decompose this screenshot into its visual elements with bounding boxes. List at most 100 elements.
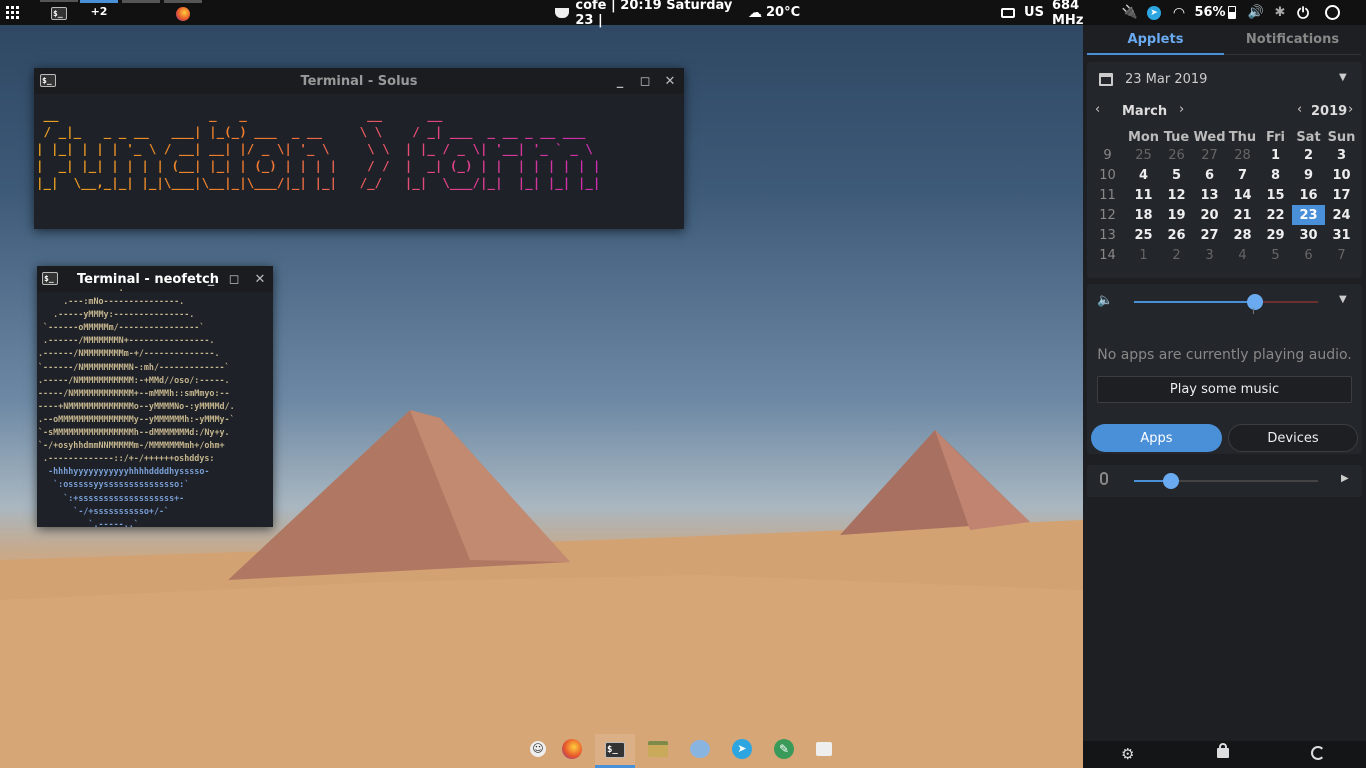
mic-knob[interactable] [1162,473,1179,489]
apps-toggle-button[interactable]: Apps [1091,424,1222,452]
calendar-day[interactable]: 6 [1193,165,1226,185]
calendar-day[interactable]: 12 [1160,185,1193,205]
calendar-day[interactable]: 9 [1292,165,1325,185]
calendar-day[interactable]: 3 [1325,145,1358,165]
lock-shackle [1219,743,1227,750]
calendar-day[interactable]: 28 [1226,145,1259,165]
calendar-day[interactable]: 21 [1226,205,1259,225]
notifications-icon[interactable] [1322,0,1342,25]
calendar-day[interactable]: 11 [1127,185,1160,205]
grid-icon [5,5,19,19]
calendar-day-selected[interactable]: 23 [1292,205,1325,225]
volume-knob[interactable] [1247,294,1264,310]
volume-icon[interactable]: 🔊 [1246,0,1266,25]
wifi-icon[interactable]: ◠ [1170,0,1188,25]
dock-settings-tool[interactable]: ✎ [772,738,796,760]
task-empty[interactable] [122,0,160,25]
calendar-day[interactable]: 26 [1160,145,1193,165]
calendar-day[interactable]: 13 [1193,185,1226,205]
terminal-icon: $_ [605,741,625,758]
calendar-day[interactable]: 25 [1127,225,1160,245]
expand-sound-button[interactable]: ▼ [1339,294,1347,305]
calendar-day[interactable]: 6 [1292,245,1325,265]
battery-icon[interactable] [1226,0,1238,25]
task-terminal[interactable]: $_ [40,0,78,25]
calendar-day[interactable]: 20 [1193,205,1226,225]
calendar-day[interactable]: 28 [1226,225,1259,245]
calendar-day[interactable]: 24 [1325,205,1358,225]
close-button[interactable]: ✕ [660,71,680,91]
microphone-applet: ▶ [1087,465,1362,497]
settings-icon[interactable]: ⚙ [1121,745,1134,763]
titlebar[interactable]: $_ Terminal - Solus _ ◻ ✕ [34,68,684,94]
weather[interactable]: ☁ 20°C [748,0,808,25]
calendar-day[interactable]: 26 [1160,225,1193,245]
dock-firefox[interactable] [560,738,584,760]
calendar-day[interactable]: 2 [1160,245,1193,265]
calendar-day[interactable]: 14 [1226,185,1259,205]
devices-toggle-button[interactable]: Devices [1228,424,1358,452]
minimize-button[interactable]: _ [610,71,630,91]
volume-mark [1253,308,1254,314]
dock-emoji[interactable]: ☺ [526,738,550,760]
calendar-day[interactable]: 2 [1292,145,1325,165]
calendar-day[interactable]: 4 [1127,165,1160,185]
dock-telegram[interactable]: ➤ [730,738,754,760]
cloud-icon: ☁ [748,4,762,21]
calendar-day[interactable]: 16 [1292,185,1325,205]
power-icon[interactable]: ⏻ [1294,0,1312,25]
tab-applets[interactable]: Applets [1087,25,1224,55]
calendar-day[interactable]: 3 [1193,245,1226,265]
calendar-day[interactable]: 17 [1325,185,1358,205]
cpu-frequency[interactable]: 684 MHz [1052,0,1112,28]
calendar-day[interactable]: 5 [1160,165,1193,185]
calendar-day[interactable]: 5 [1259,245,1292,265]
dock-terminal[interactable]: $_ [595,734,635,768]
keyboard-icon [1001,7,1015,18]
calendar-day[interactable]: 15 [1259,185,1292,205]
calendar-day[interactable]: 29 [1259,225,1292,245]
keyboard-layout[interactable]: US [1022,0,1046,25]
dock-app-blue[interactable] [688,738,712,760]
calendar-day[interactable]: 7 [1226,165,1259,185]
calendar-day[interactable]: 7 [1325,245,1358,265]
calendar-day[interactable]: 1 [1127,245,1160,265]
calendar-day[interactable]: 27 [1193,225,1226,245]
calendar-day[interactable]: 27 [1193,145,1226,165]
workspace-indicator[interactable]: +2 [80,0,118,25]
calendar-day[interactable]: 8 [1259,165,1292,185]
terminal-neofetch-window[interactable]: $_ Terminal - neofetch _ ◻ ✕ . .---:mNo-… [37,266,273,527]
weekday-header: Sun [1327,129,1356,145]
telegram-tray-icon[interactable]: ➤ [1146,0,1162,25]
calendar-day[interactable]: 19 [1160,205,1193,225]
tab-notifications[interactable]: Notifications [1224,25,1361,55]
calendar-day[interactable]: 10 [1325,165,1358,185]
calendar-day[interactable]: 31 [1325,225,1358,245]
volume-slider[interactable] [1134,294,1318,314]
calendar-day[interactable]: 18 [1127,205,1160,225]
logout-icon[interactable] [1311,746,1325,760]
maximize-button[interactable]: ◻ [635,71,655,91]
notes-icon [816,742,832,756]
app-menu-button[interactable] [0,0,25,25]
calendar-day[interactable]: 4 [1226,245,1259,265]
terminal-solus-window[interactable]: $_ Terminal - Solus _ ◻ ✕ __ _ _ __ __ /… [34,68,684,229]
keyboard-indicator[interactable] [998,0,1018,25]
calendar-day[interactable]: 25 [1127,145,1160,165]
expand-mic-button[interactable]: ▶ [1341,473,1349,484]
dock-notes[interactable] [812,738,836,760]
task-firefox[interactable] [164,0,202,25]
window-title: Terminal - Solus [300,73,418,89]
bluetooth-icon[interactable]: ✱ [1272,0,1288,25]
calendar-day[interactable]: 1 [1259,145,1292,165]
calendar-day[interactable]: 30 [1292,225,1325,245]
close-button[interactable]: ✕ [250,269,270,289]
calendar-day[interactable]: 22 [1259,205,1292,225]
telegram-icon: ➤ [732,739,752,759]
mic-slider[interactable] [1134,473,1318,489]
dock-files[interactable] [646,738,670,760]
power-manager-icon[interactable]: 🔌 [1122,0,1138,25]
play-music-button[interactable]: Play some music [1097,376,1352,403]
clock-status[interactable]: cofe | 20:19 Saturday 23 | [555,0,745,28]
battery-percentage[interactable]: 56% [1194,0,1225,25]
